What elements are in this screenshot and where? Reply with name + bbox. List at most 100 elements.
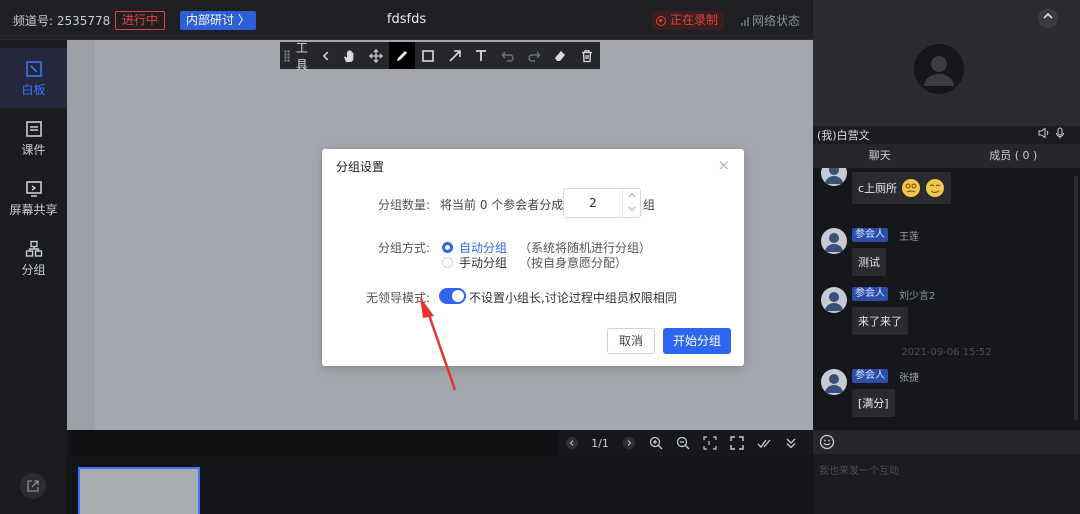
chevron-right-circle-icon <box>622 437 635 449</box>
leaderless-mode-toggle[interactable] <box>439 288 466 304</box>
role-badge: 参会人 <box>852 369 888 383</box>
right-panel: (我)白营文 聊天 成员 ( 0 ) c上厕所 参会人 王莲 测试 参会人 刘少… <box>813 0 1080 514</box>
toolbar-collapse[interactable]: 工具 <box>296 39 330 73</box>
emoji-icon <box>926 179 945 197</box>
emoji-picker-icon[interactable] <box>819 434 835 450</box>
group-count-value[interactable]: 2 <box>564 196 622 210</box>
zoom-out-button[interactable] <box>669 430 696 456</box>
group-icon <box>25 240 42 257</box>
chat-scrollbar[interactable] <box>1074 176 1078 420</box>
arrow-icon <box>449 49 461 62</box>
tab-members[interactable]: 成员 ( 0 ) <box>947 144 1080 168</box>
microphone-icon[interactable] <box>1054 127 1066 139</box>
prev-page-button[interactable] <box>558 430 585 456</box>
text-tool[interactable] <box>468 42 494 69</box>
nav-screen-share[interactable]: 屏幕共享 <box>0 168 67 228</box>
fit-button[interactable] <box>696 430 723 456</box>
zoom-in-button[interactable] <box>642 430 669 456</box>
fit-screen-icon <box>702 436 717 450</box>
nav-courseware[interactable]: 课件 <box>0 108 67 168</box>
zoom-in-icon <box>649 436 662 450</box>
sender-name: 张捷 <box>899 373 919 384</box>
rectangle-tool[interactable] <box>415 42 441 69</box>
network-status[interactable]: 网络状态 <box>741 12 800 29</box>
chevron-double-down-icon <box>786 438 795 449</box>
move-icon <box>368 48 383 63</box>
group-method-label: 分组方式: <box>377 241 430 255</box>
rectangle-icon <box>422 49 435 62</box>
hand-tool[interactable] <box>336 42 362 69</box>
chevron-up-icon <box>1043 12 1053 19</box>
page-thumbnail[interactable] <box>78 467 200 514</box>
whiteboard-icon <box>25 61 42 77</box>
increment-button[interactable] <box>622 189 640 203</box>
message-bubble: c上厕所 <box>852 172 952 204</box>
role-badge: 参会人 <box>852 287 888 301</box>
collapse-button[interactable] <box>777 430 804 456</box>
role-badge: 参会人 <box>852 228 888 242</box>
page-indicator: 1/1 <box>591 436 609 450</box>
cancel-button[interactable]: 取消 <box>607 328 655 354</box>
close-icon[interactable]: × <box>717 156 730 174</box>
eraser-icon <box>555 50 566 61</box>
message-bubble: 来了来了 <box>852 307 908 335</box>
tab-chat[interactable]: 聊天 <box>813 144 947 168</box>
message-timestamp: 2021-09-06 15:52 <box>901 347 992 358</box>
message-text: c上厕所 <box>858 182 898 195</box>
popout-button[interactable] <box>20 473 46 499</box>
nav-whiteboard[interactable]: 白板 <box>0 48 67 108</box>
fullscreen-button[interactable] <box>723 430 750 456</box>
sender-name: 王莲 <box>899 232 919 243</box>
redo-button[interactable] <box>521 42 547 69</box>
avatar <box>821 369 847 395</box>
clear-button[interactable] <box>574 42 600 69</box>
radio-unselected-icon <box>442 257 453 268</box>
top-bar: 频道号: 2535778 进行中 内部研讨 〉 fdsfds 正在录制 网络状态 <box>0 0 813 40</box>
zoom-out-icon <box>676 436 689 450</box>
signal-icon <box>741 16 749 26</box>
chat-messages: c上厕所 参会人 王莲 测试 参会人 刘少言2 来了来了 2021-09-06 … <box>813 168 1080 430</box>
drag-handle[interactable] <box>284 49 290 62</box>
speaker-icon[interactable] <box>1038 127 1050 139</box>
manual-group-hint: （按自身意愿分配） <box>519 256 628 270</box>
right-panel-tabs: 聊天 成员 ( 0 ) <box>813 144 1080 168</box>
chevron-left-icon <box>323 51 329 60</box>
avatar <box>821 168 847 186</box>
sync-button[interactable] <box>750 430 777 456</box>
nav-group[interactable]: 分组 <box>0 228 67 288</box>
chat-input-placeholder: 我也来发一个互动 <box>819 466 899 477</box>
my-display-name: (我)白营文 <box>817 129 870 142</box>
recording-label: 正在录制 <box>670 13 719 27</box>
group-count-prefix: 将当前 0 个参会者分成 <box>440 198 564 212</box>
nav-whiteboard-label: 白板 <box>21 83 46 97</box>
pen-tool[interactable] <box>388 42 416 69</box>
next-page-button[interactable] <box>615 430 642 456</box>
redo-icon <box>528 51 541 62</box>
network-status-label: 网络状态 <box>752 14 801 28</box>
arrow-tool[interactable] <box>442 42 468 69</box>
board-controls-bar: 1/1 <box>67 430 813 456</box>
group-count-unit: 组 <box>643 198 656 212</box>
decrement-button[interactable] <box>622 203 640 217</box>
recording-indicator[interactable]: 正在录制 <box>652 11 725 30</box>
avatar <box>821 228 847 254</box>
group-count-stepper[interactable]: 2 <box>563 188 641 218</box>
eraser-tool[interactable] <box>547 42 573 69</box>
collapse-video-button[interactable] <box>1038 8 1058 28</box>
message-bubble: [满分] <box>852 389 895 417</box>
pen-icon <box>397 50 408 61</box>
undo-button[interactable] <box>494 42 520 69</box>
nav-screen-share-label: 屏幕共享 <box>9 203 58 217</box>
check-slash-icon <box>757 439 770 449</box>
chat-input-toolbar <box>813 430 1080 454</box>
nav-courseware-label: 课件 <box>21 143 46 157</box>
fullscreen-icon <box>729 436 744 450</box>
manual-group-radio[interactable]: 手动分组 （按自身意愿分配） <box>442 254 627 271</box>
chevron-left-circle-icon <box>565 437 578 449</box>
chevron-down-icon <box>628 206 635 212</box>
manual-group-label: 手动分组 <box>459 256 508 270</box>
chat-input[interactable]: 我也来发一个互动 <box>813 454 1080 514</box>
move-tool[interactable] <box>362 42 388 69</box>
page-thumbnails <box>67 456 813 514</box>
start-grouping-button[interactable]: 开始分组 <box>663 328 731 354</box>
